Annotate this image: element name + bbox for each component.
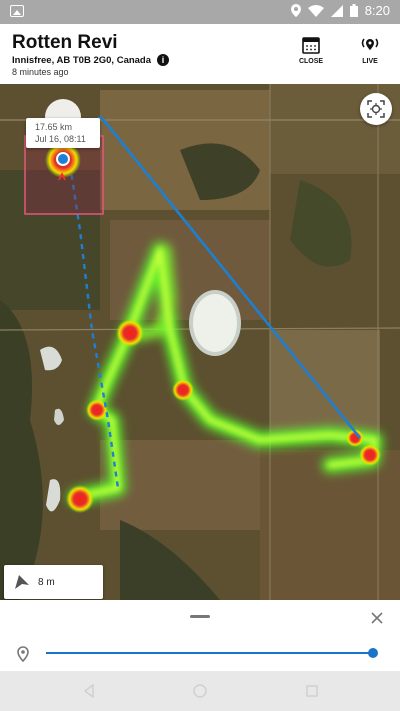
popup-timestamp: Jul 16, 08:11 [35,134,86,144]
location-popup[interactable]: 17.65 km Jul 16, 08:11 [26,118,100,148]
live-label: LIVE [362,58,378,65]
current-location-marker[interactable] [56,152,70,166]
info-icon[interactable]: i [157,54,170,66]
navigation-arrow-icon [15,575,29,589]
close-button[interactable]: CLOSE [291,36,331,65]
image-notification-icon [10,5,24,17]
status-bar: 8:20 [0,0,400,24]
address-text: Innisfree, AB T0B 2G0, Canada [12,54,152,66]
battery-icon [349,4,358,17]
sheet-drag-handle[interactable] [190,615,210,618]
address-row: Innisfree, AB T0B 2G0, Canada i [12,54,170,66]
accuracy-indicator: 8 m [4,565,103,599]
recents-icon[interactable] [305,684,319,698]
timeline-slider-thumb[interactable] [368,648,378,658]
bottom-sheet [0,600,400,671]
page-title: Rotten Revi [12,32,118,53]
back-icon[interactable] [82,684,96,698]
recenter-button[interactable] [360,93,392,125]
location-icon [290,4,301,17]
accuracy-label: 8 m [38,577,55,588]
wifi-icon [307,4,324,17]
live-broadcast-icon [361,38,379,50]
signal-icon [330,4,343,17]
home-icon[interactable] [192,683,208,699]
last-updated: 8 minutes ago [12,67,69,77]
header: Rotten Revi Innisfree, AB T0B 2G0, Canad… [0,24,400,84]
calendar-close-icon [302,37,320,54]
location-pin-icon [17,646,29,662]
system-nav-bar [0,671,400,711]
map-view[interactable]: 17.65 km Jul 16, 08:11 8 m [0,84,400,600]
status-time: 8:20 [364,3,390,18]
timeline-slider-track[interactable] [46,652,373,654]
satellite-map[interactable] [0,84,400,600]
live-button[interactable]: LIVE [350,36,390,65]
close-label: CLOSE [298,58,324,65]
close-sheet-icon[interactable] [369,610,385,626]
popup-distance: 17.65 km [35,122,73,132]
recenter-icon [367,100,385,118]
